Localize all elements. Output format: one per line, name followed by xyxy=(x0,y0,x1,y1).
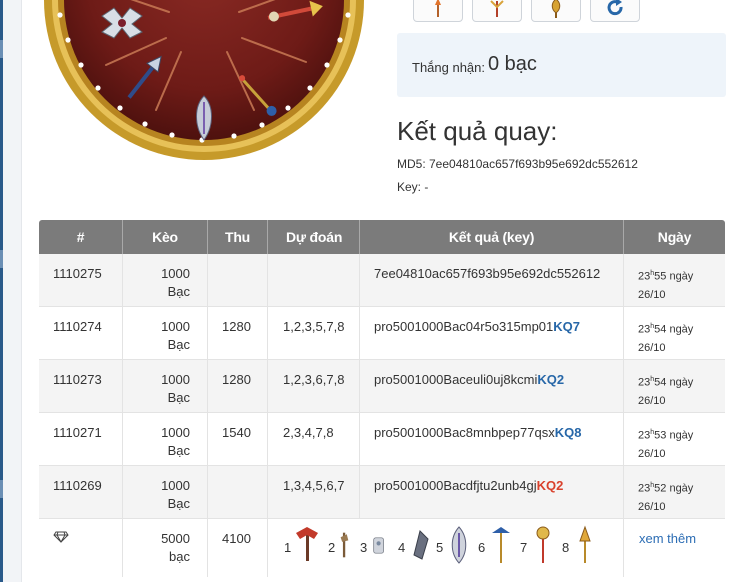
sidebar-marker xyxy=(0,480,3,498)
spear-weapon-icon xyxy=(579,525,591,563)
bet-id: 1110273 xyxy=(53,372,102,387)
diamond-icon xyxy=(53,531,69,543)
reward-value: 0 bạc xyxy=(488,53,537,75)
hammer-weapon-icon xyxy=(340,532,349,558)
trident-icon xyxy=(551,0,561,18)
bet-time: 23 xyxy=(638,270,651,283)
sidebar-marker xyxy=(0,40,3,58)
weapon-item-button[interactable] xyxy=(472,0,522,22)
weapon-item-button[interactable] xyxy=(531,0,581,22)
result-kq: KQ7 xyxy=(553,319,580,334)
staff-weapon-icon xyxy=(373,537,384,554)
see-more-link[interactable]: xem thêm xyxy=(639,530,696,548)
prize-item: 1 xyxy=(284,525,328,565)
bet-id: 1110269 xyxy=(53,478,102,493)
bet-amount: 1000 xyxy=(161,478,190,493)
bet-time-rest: 55 ngày xyxy=(654,270,694,283)
table-footer-row: 5000 bạc 4100 1 2 3 4 5 6 7 8 xem thêm xyxy=(39,519,725,577)
bet-currency: Bạc xyxy=(167,390,190,405)
bet-time-rest: 52 ngày xyxy=(654,482,694,495)
winnings: 1540 xyxy=(222,425,251,440)
bet-time: 23 xyxy=(638,323,651,336)
bet-amount: 1000 xyxy=(161,372,190,387)
bet-date: 26/10 xyxy=(638,341,666,354)
bet-currency: Bạc xyxy=(167,337,190,352)
table-row: 1110274 1000 Bạc 1280 1,2,3,5,7,8 pro5001… xyxy=(39,307,725,360)
reward-label: Thắng nhận: xyxy=(412,60,486,75)
weapon-item-button[interactable] xyxy=(413,0,463,22)
prediction: 2,3,4,7,8 xyxy=(283,425,334,440)
bet-amount: 1000 xyxy=(161,319,190,334)
result-kq: KQ2 xyxy=(537,372,565,387)
prediction: 1,2,3,5,7,8 xyxy=(283,319,345,334)
table-row: 1110271 1000 Bạc 1540 2,3,4,7,8 pro500100… xyxy=(39,413,725,466)
staff-icon xyxy=(490,0,504,17)
bet-date: 26/10 xyxy=(638,447,666,460)
result-key: pro5001000Baceuli0uj8kcmi xyxy=(374,372,538,387)
prize-item: 2 xyxy=(328,525,360,565)
torch-icon xyxy=(435,0,441,17)
bet-time-rest: 54 ngày xyxy=(654,323,694,336)
bet-date: 26/10 xyxy=(638,394,666,407)
prize-item: 3 xyxy=(360,525,398,565)
winnings: 1280 xyxy=(222,372,251,387)
scepter-weapon-icon xyxy=(492,527,510,563)
total-winnings: 4100 xyxy=(222,531,251,546)
total-bet-amount: 5000 xyxy=(161,531,190,546)
bet-time-rest: 53 ngày xyxy=(654,429,694,442)
bet-currency: Bạc xyxy=(167,496,190,511)
bet-currency: Bạc xyxy=(167,284,190,299)
refresh-icon xyxy=(607,0,623,16)
result-title: Kết quả quay: xyxy=(397,116,558,146)
table-row: 1110275 1000 Bạc 7ee04810ac657f693b95e692… xyxy=(39,254,725,307)
result-key: pro5001000Bac8mnbpep77qsx xyxy=(374,425,555,440)
bet-amount: 1000 xyxy=(161,266,190,281)
table-header: # Kèo Thu Dự đoán Kết quả (key) Ngày xyxy=(39,220,725,254)
bet-amount: 1000 xyxy=(161,425,190,440)
prediction: 1,2,3,6,7,8 xyxy=(283,372,345,387)
column-header-ngay: Ngày xyxy=(657,229,692,245)
winnings: 1280 xyxy=(222,319,251,334)
bet-id: 1110275 xyxy=(53,266,102,281)
prize-item: 5 xyxy=(436,525,478,565)
md5-hash: MD5: 7ee04810ac657f693b95e692dc552612 xyxy=(397,157,638,171)
left-sidebar-strip xyxy=(0,0,22,582)
result-kq: KQ8 xyxy=(554,425,582,440)
mace-weapon-icon xyxy=(536,526,550,563)
column-header-ket-qua: Kết quả (key) xyxy=(360,220,624,254)
prediction: 1,3,4,5,6,7 xyxy=(283,478,345,493)
total-bet-currency: bạc xyxy=(169,549,190,564)
axe-weapon-icon xyxy=(296,527,318,561)
result-key: pro5001000Bac04r5o315mp01 xyxy=(374,319,554,334)
result-key: Key: - xyxy=(397,180,429,194)
table-row: 1110273 1000 Bạc 1280 1,2,3,6,7,8 pro5001… xyxy=(39,360,725,413)
prize-item: 4 xyxy=(398,525,436,565)
prize-item: 7 xyxy=(520,525,562,565)
blade-weapon-icon xyxy=(413,530,429,560)
refresh-button[interactable] xyxy=(590,0,640,22)
column-header-thu: Thu xyxy=(208,220,268,254)
bet-time: 23 xyxy=(638,482,651,495)
prize-item: 8 xyxy=(562,525,604,565)
table-row: 1110269 1000 Bạc 1,3,4,5,6,7 pro5001000Ba… xyxy=(39,466,725,519)
result-key: pro5001000Bacdfjtu2unb4gj xyxy=(374,478,537,493)
sidebar-marker xyxy=(0,250,3,268)
bet-id: 1110271 xyxy=(53,425,102,440)
sword-weapon-icon xyxy=(451,526,467,564)
lucky-wheel[interactable] xyxy=(44,0,364,170)
result-kq: KQ2 xyxy=(536,478,564,493)
prize-item: 6 xyxy=(478,525,520,565)
column-header-keo: Kèo xyxy=(123,220,208,254)
bet-currency: Bạc xyxy=(167,443,190,458)
result-key: 7ee04810ac657f693b95e692dc552612 xyxy=(374,266,601,281)
reward-box: Thắng nhận: 0 bạc xyxy=(397,33,726,97)
bet-time: 23 xyxy=(638,429,651,442)
column-header-du-doan: Dự đoán xyxy=(268,220,360,254)
bet-id: 1110274 xyxy=(53,319,102,334)
column-header-id: # xyxy=(39,220,123,254)
bet-date: 26/10 xyxy=(638,500,666,513)
bet-time-rest: 54 ngày xyxy=(654,376,694,389)
bet-date: 26/10 xyxy=(638,288,666,301)
bet-time: 23 xyxy=(638,376,651,389)
